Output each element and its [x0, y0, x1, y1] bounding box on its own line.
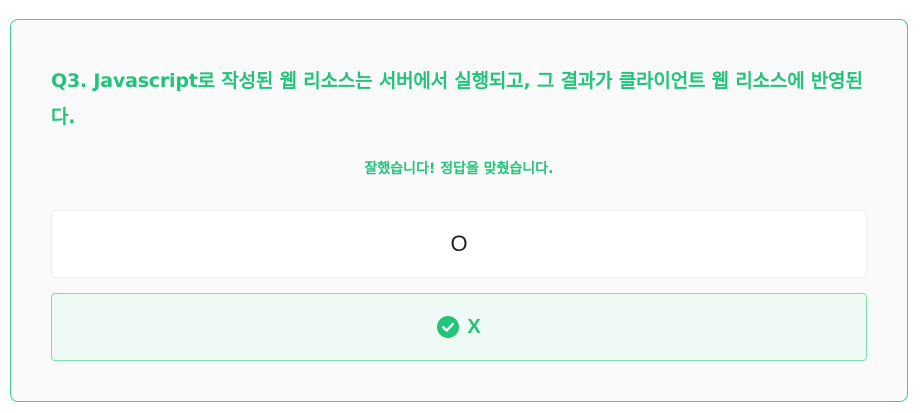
option-x-button[interactable]: X: [51, 293, 867, 361]
check-circle-icon: [437, 316, 460, 338]
quiz-card: Q3. Javascript로 작성된 웹 리소스는 서버에서 실행되고, 그 …: [10, 19, 908, 402]
option-o-label: O: [450, 231, 468, 256]
option-o-button[interactable]: O: [51, 210, 867, 278]
feedback-message: 잘했습니다! 정답을 맞췄습니다.: [364, 161, 554, 177]
option-x-label: X: [467, 315, 481, 338]
question-text: Q3. Javascript로 작성된 웹 리소스는 서버에서 실행되고, 그 …: [51, 70, 863, 128]
